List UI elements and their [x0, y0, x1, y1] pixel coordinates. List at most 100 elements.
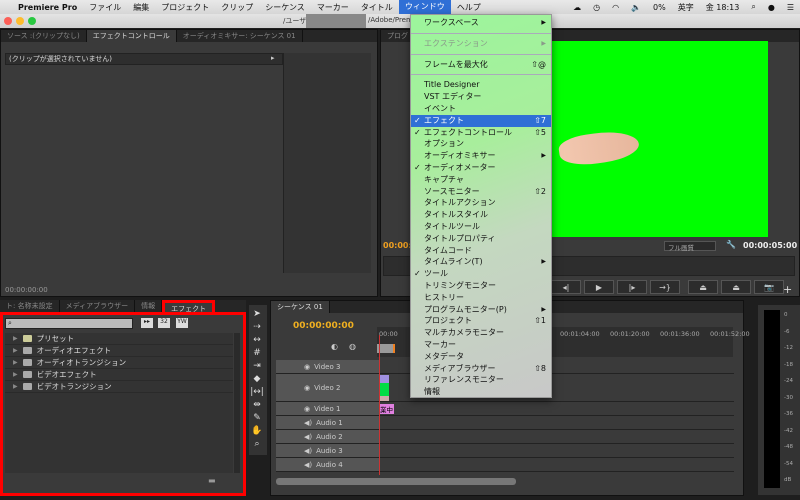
tab-info[interactable]: 情報 — [135, 300, 163, 312]
menu-item[interactable]: ✓ オーディオメーター — [411, 162, 551, 174]
zoom-window-button[interactable] — [28, 17, 36, 25]
minimize-window-button[interactable] — [16, 17, 24, 25]
list-item[interactable]: ▶ ビデオエフェクト — [5, 369, 233, 381]
spotlight-icon[interactable]: ⌕ — [745, 2, 761, 12]
menu-clip[interactable]: クリップ — [215, 2, 259, 13]
lift-button[interactable]: ⏏ — [688, 280, 718, 294]
menu-item[interactable]: メタデータ — [411, 351, 551, 363]
menu-title[interactable]: タイトル — [355, 2, 399, 13]
menu-item[interactable]: ヒストリー — [411, 292, 551, 304]
menu-item[interactable]: キャプチャ — [411, 174, 551, 186]
clock[interactable]: 金 18:13 — [700, 2, 746, 13]
speaker-icon[interactable]: ◀) — [304, 433, 312, 441]
video-clip[interactable] — [379, 374, 389, 401]
slide-tool-icon[interactable]: ⇹ — [249, 399, 265, 411]
eye-icon[interactable]: ◉ — [304, 363, 310, 371]
close-window-button[interactable] — [4, 17, 12, 25]
step-back-button[interactable]: ◂| — [551, 280, 581, 294]
speaker-icon[interactable]: ◀) — [304, 419, 312, 427]
volume-icon[interactable]: 🔈 — [625, 3, 647, 12]
selection-tool-icon[interactable]: ➤ — [249, 308, 265, 320]
hand-tool-icon[interactable]: ✋ — [249, 425, 265, 437]
siri-icon[interactable]: ● — [762, 3, 781, 12]
timeline-horizontal-scrollbar[interactable] — [276, 478, 516, 485]
tab-project[interactable]: ト: 名称未設定 — [0, 300, 60, 312]
effects-search-input[interactable]: ⌕ — [5, 318, 133, 329]
speaker-icon[interactable]: ◀) — [304, 461, 312, 469]
eye-icon[interactable]: ◉ — [304, 405, 310, 413]
playhead[interactable] — [379, 335, 380, 475]
export-frame-button[interactable]: 📷 — [754, 280, 784, 294]
eye-icon[interactable]: ◉ — [304, 384, 310, 392]
menu-item[interactable]: フレームを最大化 ⇧@ — [411, 59, 551, 71]
tab-effects[interactable]: エフェクト — [162, 300, 216, 313]
marker-icon[interactable]: ◍ — [349, 342, 356, 351]
menu-help[interactable]: ヘルプ — [451, 2, 487, 13]
menu-window[interactable]: ウィンドウ — [398, 0, 451, 14]
cloud-icon[interactable]: ☁ — [567, 3, 587, 12]
menu-item[interactable]: タイトルプロパティ — [411, 233, 551, 245]
menu-item[interactable]: タイトルアクション — [411, 197, 551, 209]
tab-media-browser[interactable]: メディアブラウザー — [60, 300, 136, 312]
menu-item[interactable]: マルチカメラモニター — [411, 327, 551, 339]
menu-item[interactable]: メディアブラウザー ⇧8 — [411, 363, 551, 375]
quality-select[interactable]: フル画質 — [664, 241, 716, 252]
menu-item[interactable]: ✓ エフェクトコントロール ⇧5 — [411, 127, 551, 139]
rolling-edit-tool-icon[interactable]: # — [249, 347, 265, 359]
extract-button[interactable]: ⏏ — [721, 280, 751, 294]
step-forward-button[interactable]: |▸ — [617, 280, 647, 294]
razor-tool-icon[interactable]: ◆ — [249, 373, 265, 385]
snap-icon[interactable]: ◐ — [331, 342, 338, 351]
speaker-icon[interactable]: ◀) — [304, 447, 312, 455]
input-source[interactable]: 英字 — [672, 2, 700, 13]
notification-center-icon[interactable]: ☰ — [781, 3, 800, 12]
list-item[interactable]: ▶ オーディオエフェクト — [5, 345, 233, 357]
menu-item[interactable]: タイトルツール — [411, 221, 551, 233]
menu-edit[interactable]: 編集 — [127, 2, 155, 13]
play-button[interactable]: ▶ — [584, 280, 614, 294]
menu-item[interactable]: VST エディター — [411, 91, 551, 103]
menu-item[interactable]: タイムコード — [411, 245, 551, 257]
go-to-out-button[interactable]: →} — [650, 280, 680, 294]
track-select-tool-icon[interactable]: ⇢ — [249, 321, 265, 333]
add-button-icon[interactable]: + — [783, 283, 792, 296]
menu-item[interactable]: リファレンスモニター — [411, 374, 551, 386]
tab-effect-controls[interactable]: エフェクトコントロール — [86, 30, 177, 42]
keyframe-area[interactable] — [283, 53, 371, 273]
menu-item[interactable]: マーカー — [411, 339, 551, 351]
menu-item[interactable]: プログラムモニター(P) ▶ — [411, 304, 551, 316]
menu-item[interactable]: オプション — [411, 138, 551, 150]
tab-audio-mixer[interactable]: オーディオミキサー: シーケンス 01 — [177, 30, 303, 42]
menu-item[interactable]: タイトルスタイル — [411, 209, 551, 221]
menu-file[interactable]: ファイル — [83, 2, 127, 13]
tab-source[interactable]: ソース :(クリップなし) — [1, 30, 87, 42]
rate-stretch-tool-icon[interactable]: ⇥ — [249, 360, 265, 372]
app-menu[interactable]: Premiere Pro — [12, 3, 83, 12]
battery-status[interactable]: 0% — [647, 3, 672, 12]
list-item[interactable]: ▶ ビデオトランジション — [5, 381, 233, 393]
title-clip[interactable]: 業中 — [379, 403, 394, 414]
menu-item[interactable]: 情報 — [411, 386, 551, 398]
expand-arrow-icon[interactable]: ▸ — [271, 54, 275, 62]
wrench-icon[interactable]: 🔧 — [726, 240, 736, 249]
slip-tool-icon[interactable]: |↔| — [249, 386, 265, 398]
menu-sequence[interactable]: シーケンス — [259, 2, 311, 13]
new-bin-icon[interactable]: ▬ — [208, 476, 216, 485]
menu-item[interactable]: Title Designer — [411, 79, 551, 91]
menu-item[interactable]: トリミングモニター — [411, 280, 551, 292]
time-machine-icon[interactable]: ◷ — [587, 3, 606, 12]
menu-project[interactable]: プロジェクト — [155, 2, 215, 13]
effects-scrollbar[interactable] — [234, 333, 240, 473]
list-item[interactable]: ▶ プリセット — [5, 333, 233, 345]
list-item[interactable]: ▶ オーディオトランジション — [5, 357, 233, 369]
ripple-edit-tool-icon[interactable]: ↔ — [249, 334, 265, 346]
menu-marker[interactable]: マーカー — [311, 2, 355, 13]
accelerated-icon[interactable]: ▸▸ — [141, 318, 153, 328]
menu-item[interactable]: ワークスペース ▶ — [411, 17, 551, 29]
tab-sequence[interactable]: シーケンス 01 — [271, 301, 330, 313]
pen-tool-icon[interactable]: ✎ — [249, 412, 265, 424]
zoom-tool-icon[interactable]: ⌕ — [249, 438, 265, 450]
menu-item[interactable]: イベント — [411, 103, 551, 115]
menu-item[interactable]: プロジェクト ⇧1 — [411, 315, 551, 327]
wifi-icon[interactable]: ◠ — [606, 3, 625, 12]
